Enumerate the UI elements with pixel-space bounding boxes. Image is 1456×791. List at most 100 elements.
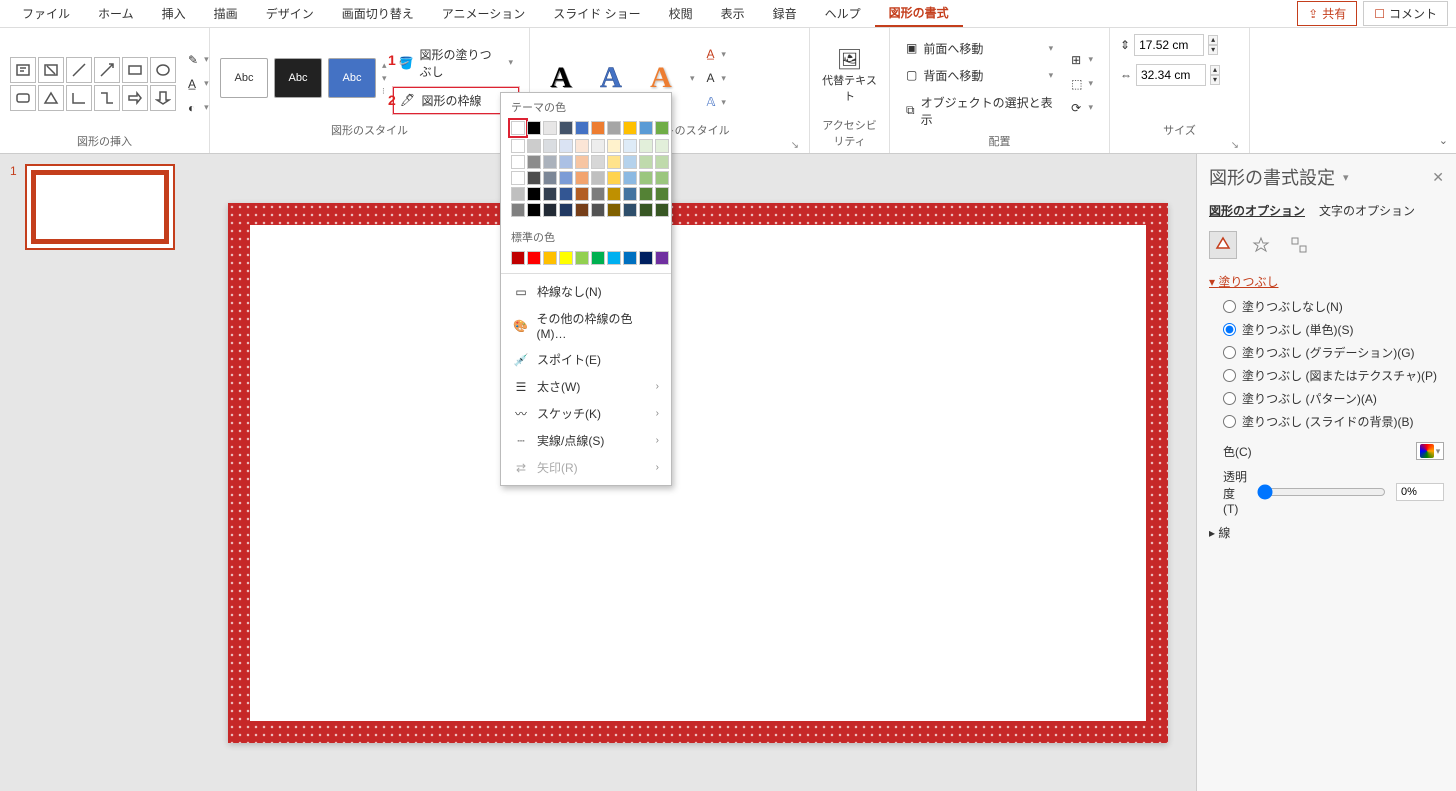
shape-triangle-icon[interactable] [38,85,64,111]
selection-pane-button[interactable]: ⧉オブジェクトの選択と表示 [900,91,1059,131]
std-blue[interactable] [623,251,637,265]
shade-swatch[interactable] [559,187,573,201]
close-pane-button[interactable]: ✕ [1432,169,1444,186]
shade-swatch[interactable] [607,171,621,185]
slide-thumbnail-1[interactable]: 1 [10,164,190,250]
shade-swatch[interactable] [575,139,589,153]
shape-rect-icon[interactable] [122,57,148,83]
color-green[interactable] [655,121,669,135]
color-blue[interactable] [575,121,589,135]
shade-swatch[interactable] [607,155,621,169]
shade-swatch[interactable] [527,203,541,217]
shape-style-2[interactable]: Abc [274,58,322,98]
fill-section-header[interactable]: ▾ 塗りつぶし [1209,269,1444,294]
dashes-item[interactable]: ┈実線/点線(S)› [501,427,671,454]
std-purple[interactable] [655,251,669,265]
color-black[interactable] [527,121,541,135]
shade-swatch[interactable] [559,139,573,153]
size-category-icon[interactable] [1285,231,1313,259]
shape-fill-button[interactable]: 🪣 図形の塗りつぶし ▾ [393,43,519,83]
fill-line-category-icon[interactable] [1209,231,1237,259]
bring-forward-button[interactable]: ▣前面へ移動▾ [900,37,1059,60]
text-fill-button[interactable]: A̲▾ [701,44,732,64]
shade-swatch[interactable] [655,139,669,153]
shade-swatch[interactable] [607,139,621,153]
shade-swatch[interactable] [511,171,525,185]
shape-elbow-icon[interactable] [66,85,92,111]
shape-options-tab[interactable]: 図形のオプション [1209,202,1305,219]
fill-none-radio[interactable]: 塗りつぶしなし(N) [1223,298,1444,315]
shape-line-icon[interactable] [66,57,92,83]
shade-swatch[interactable] [623,171,637,185]
comment-button[interactable]: ☐ コメント [1363,1,1448,26]
shade-swatch[interactable] [655,203,669,217]
shade-swatch[interactable] [527,171,541,185]
align-button[interactable]: ⊞▾ [1065,50,1099,70]
shade-swatch[interactable] [575,171,589,185]
shape-style-1[interactable]: Abc [220,58,268,98]
shape-height-input[interactable] [1134,34,1204,56]
group-button[interactable]: ⬚▾ [1065,74,1099,94]
height-spinner[interactable]: ▴▾ [1208,35,1218,55]
shade-swatch[interactable] [591,139,605,153]
std-green[interactable] [591,251,605,265]
tab-slideshow[interactable]: スライド ショー [539,1,654,26]
color-darkblue[interactable] [559,121,573,135]
shade-swatch[interactable] [511,203,525,217]
std-darkblue[interactable] [639,251,653,265]
fill-pattern-radio[interactable]: 塗りつぶし (パターン)(A) [1223,390,1444,407]
color-gray[interactable] [543,121,557,135]
shade-swatch[interactable] [543,139,557,153]
wordart-more[interactable]: ▾ [690,57,695,99]
shade-swatch[interactable] [639,171,653,185]
shade-swatch[interactable] [655,155,669,169]
color-gold[interactable] [623,121,637,135]
tab-insert[interactable]: 挿入 [148,1,200,26]
pane-menu-button[interactable]: ▾ [1343,171,1349,184]
fill-color-picker[interactable]: ▾ [1416,442,1444,460]
slide-canvas-area[interactable] [200,154,1196,791]
shade-swatch[interactable] [559,203,573,217]
fill-gradient-radio[interactable]: 塗りつぶし (グラデーション)(G) [1223,344,1444,361]
tab-draw[interactable]: 描画 [200,1,252,26]
tab-animations[interactable]: アニメーション [428,1,540,26]
shape-roundrect-icon[interactable] [10,85,36,111]
shape-block-arrow-icon[interactable] [122,85,148,111]
shade-swatch[interactable] [623,139,637,153]
shade-swatch[interactable] [623,155,637,169]
weight-item[interactable]: ☰太さ(W)› [501,373,671,400]
fill-solid-radio[interactable]: 塗りつぶし (単色)(S) [1223,321,1444,338]
shade-swatch[interactable] [623,187,637,201]
std-yellow[interactable] [559,251,573,265]
shade-swatch[interactable] [655,187,669,201]
shade-swatch[interactable] [559,155,573,169]
more-colors-item[interactable]: 🎨その他の枠線の色(M)… [501,305,671,346]
shade-swatch[interactable] [639,203,653,217]
shape-width-input[interactable] [1136,64,1206,86]
shade-swatch[interactable] [527,139,541,153]
shade-swatch[interactable] [575,187,589,201]
shade-swatch[interactable] [543,155,557,169]
selected-shape[interactable] [228,203,1168,743]
tab-review[interactable]: 校閲 [655,1,707,26]
transparency-input[interactable] [1396,483,1444,501]
shape-arrow-icon[interactable] [94,57,120,83]
shade-swatch[interactable] [623,203,637,217]
std-orange[interactable] [543,251,557,265]
shade-swatch[interactable] [511,155,525,169]
text-outline-button[interactable]: A▾ [701,68,732,88]
tab-design[interactable]: デザイン [252,1,328,26]
width-spinner[interactable]: ▴▾ [1210,65,1220,85]
collapse-ribbon-button[interactable]: ⌄ [1439,134,1448,147]
std-darkred[interactable] [511,251,525,265]
tab-view[interactable]: 表示 [707,1,759,26]
shade-swatch[interactable] [591,203,605,217]
shade-swatch[interactable] [543,203,557,217]
wordart-launcher[interactable]: ↘ [791,140,799,151]
send-backward-button[interactable]: ▢背面へ移動▾ [900,64,1059,87]
style-gallery-more[interactable]: ▴▾⁝ [382,58,387,98]
fill-slidebg-radio[interactable]: 塗りつぶし (スライドの背景)(B) [1223,413,1444,430]
shade-swatch[interactable] [575,155,589,169]
tab-file[interactable]: ファイル [8,1,84,26]
std-ltgreen[interactable] [575,251,589,265]
